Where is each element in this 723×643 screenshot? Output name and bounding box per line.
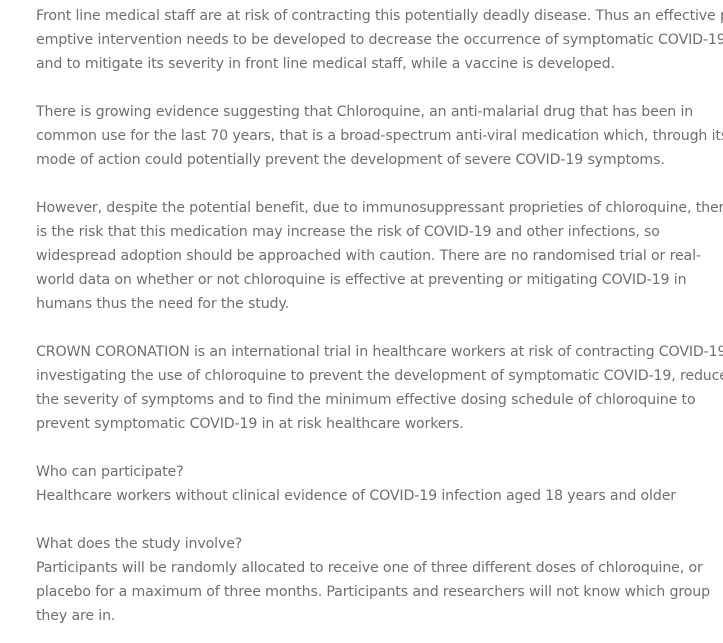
text-line: the severity of symptoms and to find the… bbox=[36, 392, 696, 408]
text-line: investigating the use of chloroquine to … bbox=[36, 368, 723, 384]
text-line: common use for the last 70 years, that i… bbox=[36, 128, 723, 144]
section-question: Who can participate? bbox=[36, 464, 184, 480]
text-line: prevent symptomatic COVID-19 in at risk … bbox=[36, 416, 464, 432]
text-line: they are in. bbox=[36, 608, 116, 624]
paragraph-study-involvement: What does the study involve? Participant… bbox=[36, 532, 718, 628]
paragraph-risks: However, despite the potential benefit, … bbox=[36, 196, 723, 316]
text-line: Healthcare workers without clinical evid… bbox=[36, 488, 676, 504]
text-line: emptive intervention needs to be develop… bbox=[36, 32, 723, 48]
text-line: is the risk that this medication may inc… bbox=[36, 224, 660, 240]
text-line: Front line medical staff are at risk of … bbox=[36, 8, 723, 24]
paragraph-intro: Front line medical staff are at risk of … bbox=[36, 4, 723, 76]
text-line: and to mitigate its severity in front li… bbox=[36, 56, 615, 72]
text-line: However, despite the potential benefit, … bbox=[36, 200, 723, 216]
paragraph-chloroquine-evidence: There is growing evidence suggesting tha… bbox=[36, 100, 723, 172]
text-line: widespread adoption should be approached… bbox=[36, 248, 701, 264]
text-line: There is growing evidence suggesting tha… bbox=[36, 104, 694, 120]
text-line: humans thus the need for the study. bbox=[36, 296, 289, 312]
paragraph-trial-description: CROWN CORONATION is an international tri… bbox=[36, 340, 723, 436]
text-line: Participants will be randomly allocated … bbox=[36, 560, 703, 576]
text-line: mode of action could potentially prevent… bbox=[36, 152, 665, 168]
section-question: What does the study involve? bbox=[36, 536, 243, 552]
paragraph-who-can-participate: Who can participate? Healthcare workers … bbox=[36, 460, 718, 508]
text-line: CROWN CORONATION is an international tri… bbox=[36, 344, 723, 360]
article-body: Front line medical staff are at risk of … bbox=[36, 4, 723, 628]
text-line: placebo for a maximum of three months. P… bbox=[36, 584, 710, 600]
text-line: world data on whether or not chloroquine… bbox=[36, 272, 687, 288]
